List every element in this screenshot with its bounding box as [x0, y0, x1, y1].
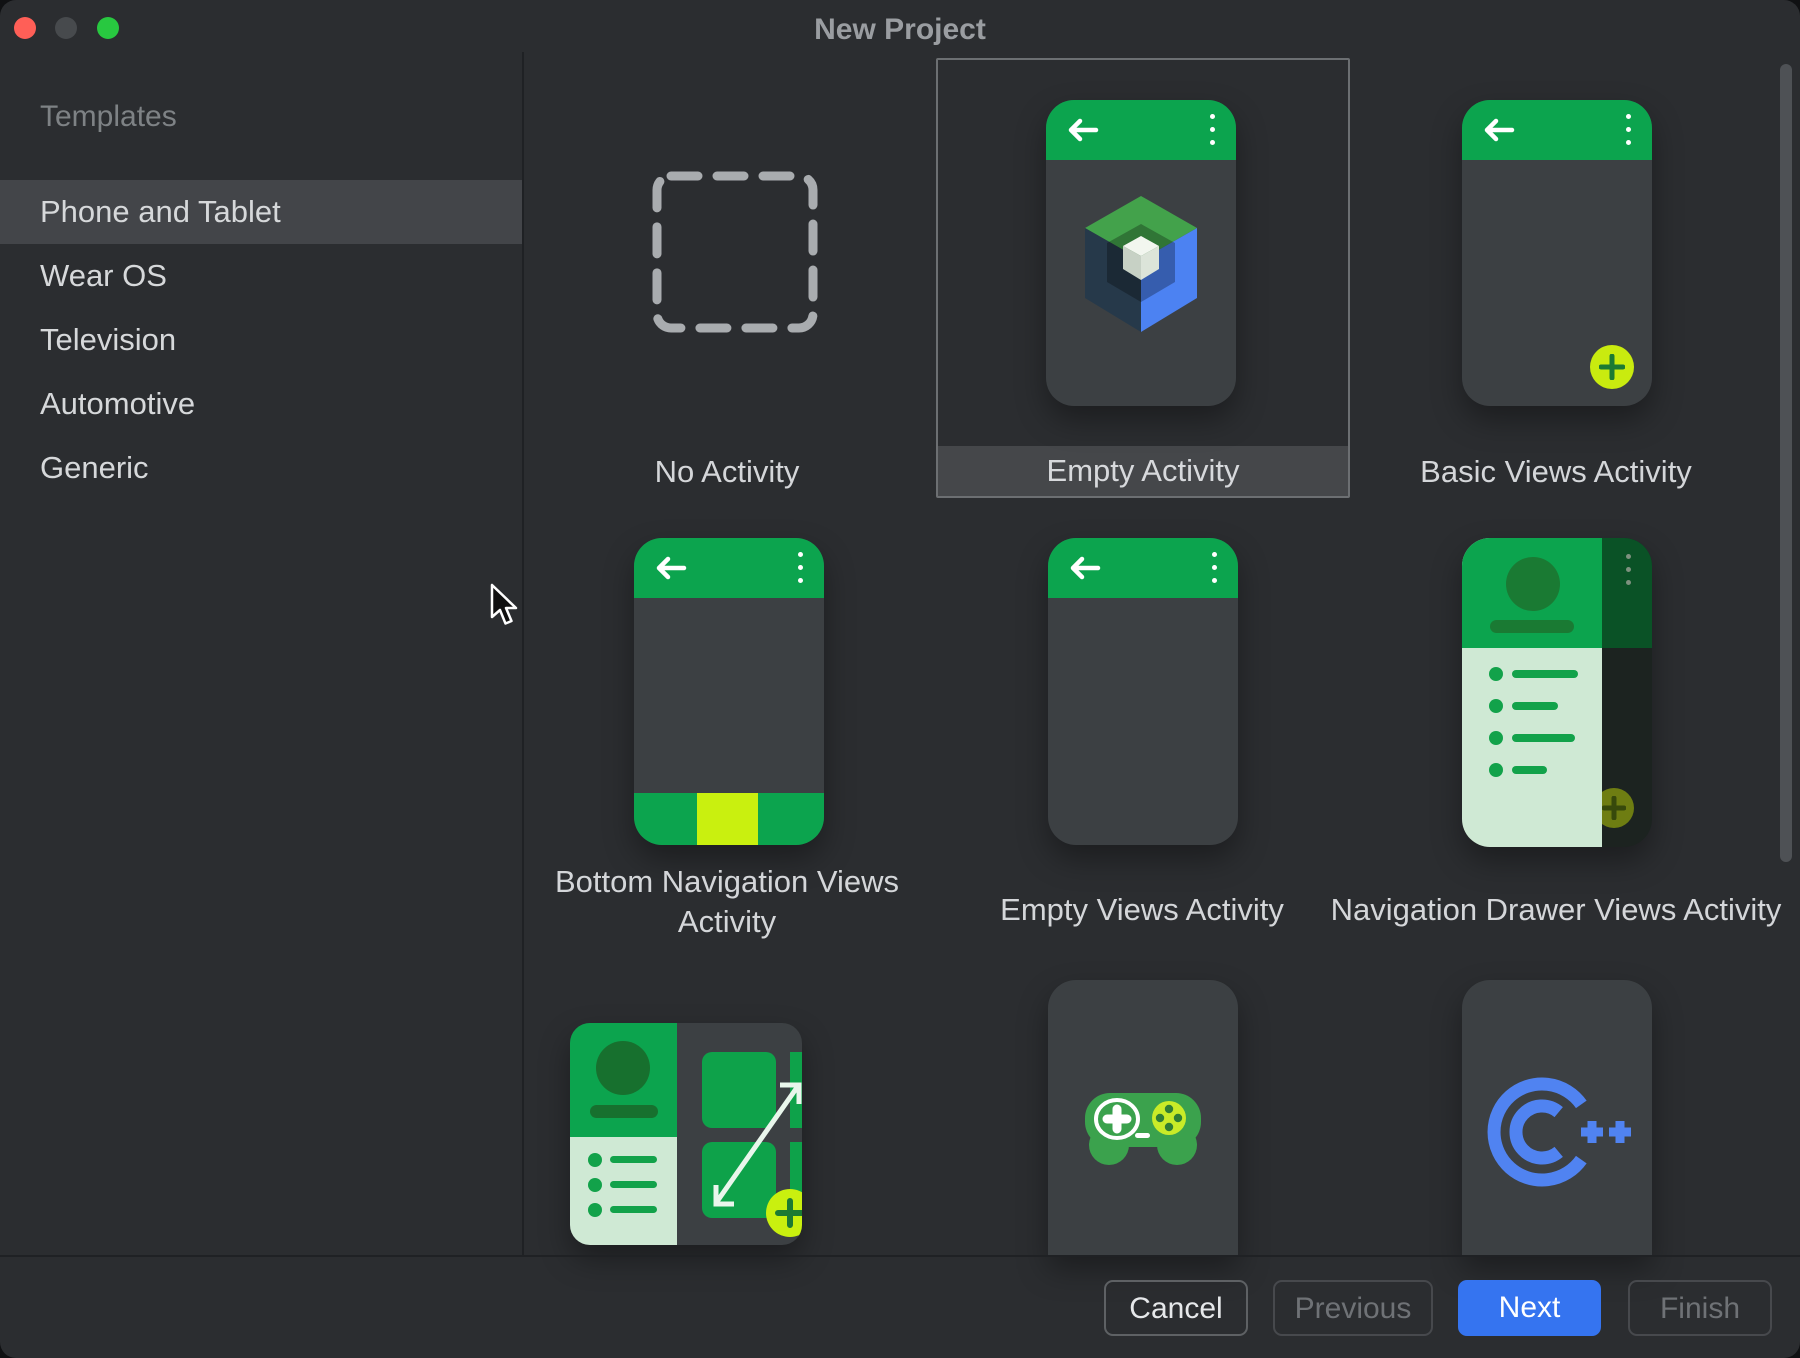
sidebar-item-wear-os[interactable]: Wear OS: [0, 244, 522, 308]
avatar-name-placeholder: [590, 1105, 658, 1118]
phone-mockup[interactable]: [634, 538, 824, 845]
drawer-menu-list: [570, 1137, 677, 1245]
sidebar-item-generic[interactable]: Generic: [0, 436, 522, 500]
grid-squares-diagonal-arrow: [688, 1043, 802, 1245]
bottom-nav-selected-segment: [697, 793, 758, 845]
template-card-label[interactable]: No Activity: [547, 452, 907, 492]
drawer-header: [1462, 538, 1602, 648]
back-arrow-icon: [1066, 117, 1100, 143]
template-card-label[interactable]: Basic Views Activity: [1356, 452, 1756, 492]
cpp-logo-icon: [1482, 1072, 1632, 1192]
kebab-menu-icon: [1626, 114, 1632, 153]
fab-plus-icon: [1590, 345, 1634, 389]
kebab-menu-icon: [1626, 554, 1632, 593]
drawer-header: [570, 1023, 677, 1137]
avatar: [1506, 557, 1560, 611]
jetpack-compose-logo-icon: [1081, 196, 1201, 334]
back-arrow-icon: [1068, 555, 1102, 581]
template-card-label[interactable]: Navigation Drawer Views Activity: [1276, 890, 1800, 930]
new-project-dialog: New Project Templates Phone and Tablet W…: [0, 0, 1800, 1358]
app-bar: [1462, 100, 1652, 160]
phone-mockup[interactable]: [1462, 980, 1652, 1255]
mouse-cursor: [489, 583, 523, 627]
bottom-nav-bar: [634, 793, 824, 845]
vertical-scrollbar-thumb[interactable]: [1780, 64, 1792, 862]
avatar: [596, 1041, 650, 1095]
cancel-button[interactable]: Cancel: [1104, 1280, 1248, 1336]
phone-mockup: [1046, 100, 1236, 406]
kebab-menu-icon: [1212, 552, 1218, 591]
window-title: New Project: [0, 8, 1800, 52]
phone-mockup[interactable]: [1048, 980, 1238, 1255]
app-bar: [1046, 100, 1236, 160]
sidebar-header: Templates: [40, 100, 177, 134]
app-bar: [634, 538, 824, 598]
drawer-menu-list: [1462, 648, 1602, 847]
template-card-label[interactable]: Bottom Navigation Views Activity: [527, 862, 927, 942]
app-bar: [1048, 538, 1238, 598]
previous-button[interactable]: Previous: [1273, 1280, 1433, 1336]
back-arrow-icon: [654, 555, 688, 581]
finish-button[interactable]: Finish: [1628, 1280, 1772, 1336]
phone-mockup[interactable]: [1462, 100, 1652, 406]
kebab-menu-icon: [1210, 114, 1216, 153]
next-button[interactable]: Next: [1458, 1280, 1601, 1336]
phone-mockup[interactable]: [1462, 538, 1652, 847]
kebab-menu-icon: [798, 552, 804, 591]
dashed-placeholder-icon[interactable]: [649, 168, 821, 336]
gamepad-icon: [1073, 1085, 1213, 1175]
responsive-layout-icon[interactable]: [570, 1023, 802, 1245]
footer-divider: [0, 1255, 1800, 1257]
sidebar-item-television[interactable]: Television: [0, 308, 522, 372]
sidebar-divider: [522, 52, 524, 1255]
back-arrow-icon: [1482, 117, 1516, 143]
nav-drawer-panel: [1462, 538, 1602, 847]
template-card-label: Empty Activity: [938, 446, 1348, 496]
sidebar-item-phone-and-tablet[interactable]: Phone and Tablet: [0, 180, 522, 244]
phone-mockup[interactable]: [1048, 538, 1238, 845]
sidebar-item-automotive[interactable]: Automotive: [0, 372, 522, 436]
avatar-name-placeholder: [1490, 620, 1574, 633]
